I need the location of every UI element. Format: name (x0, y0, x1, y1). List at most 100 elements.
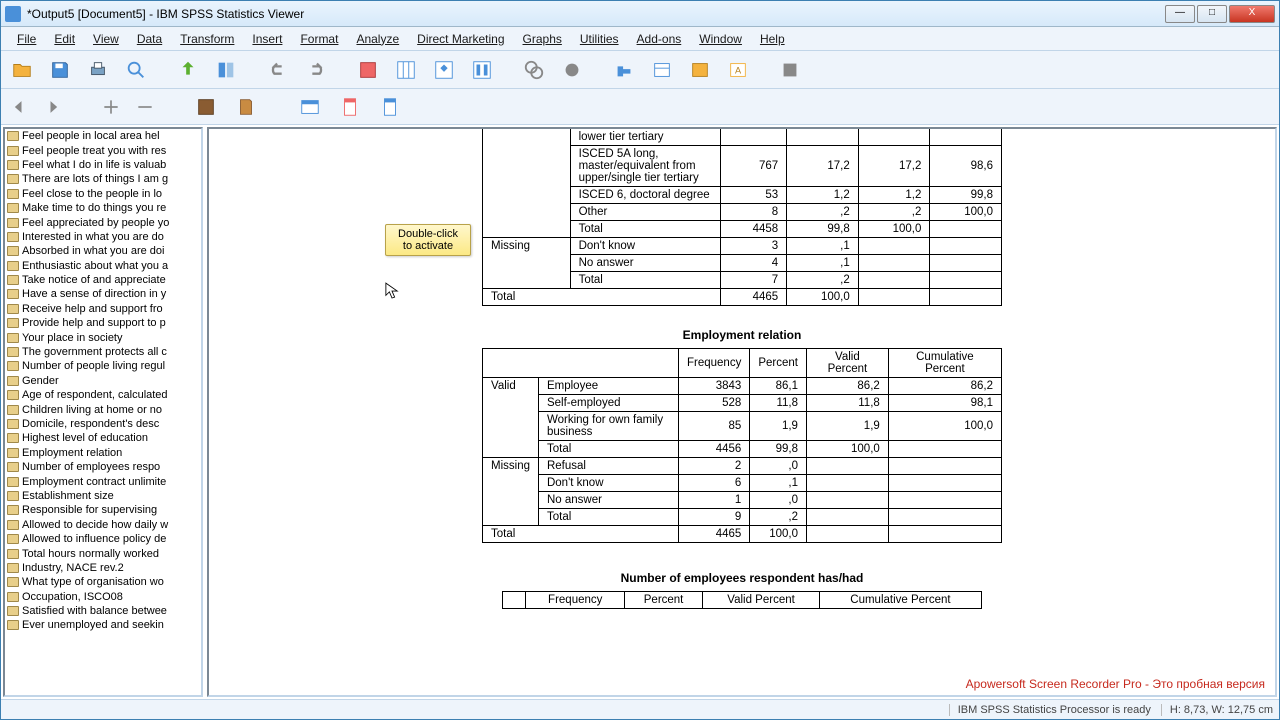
undo-icon[interactable] (263, 55, 293, 85)
outline-item[interactable]: Number of people living regul (5, 359, 201, 373)
outline-item[interactable]: Feel what I do in life is valuab (5, 158, 201, 172)
menu-edit[interactable]: Edit (46, 29, 83, 49)
outline-item[interactable]: Allowed to decide how daily w (5, 518, 201, 532)
book-icon (7, 405, 19, 415)
run-icon[interactable] (467, 55, 497, 85)
outline-item[interactable]: Take notice of and appreciate (5, 273, 201, 287)
outline-item[interactable]: Domicile, respondent's desc (5, 417, 201, 431)
close-button[interactable]: X (1229, 5, 1275, 23)
outline-item[interactable]: The government protects all c (5, 345, 201, 359)
book-icon (7, 419, 19, 429)
variables-icon[interactable] (429, 55, 459, 85)
outline-item[interactable]: Number of employees respo (5, 460, 201, 474)
outline-item[interactable]: There are lots of things I am g (5, 172, 201, 186)
book-icon[interactable] (231, 92, 261, 122)
chart-icon[interactable] (519, 55, 549, 85)
outline-item[interactable]: Responsible for supervising (5, 503, 201, 517)
menu-data[interactable]: Data (129, 29, 170, 49)
output-viewer[interactable]: lower tier tertiaryISCED 5A long, master… (207, 127, 1277, 697)
statusbar: IBM SPSS Statistics Processor is ready H… (1, 699, 1279, 719)
freq-table-education[interactable]: lower tier tertiaryISCED 5A long, master… (482, 129, 1002, 306)
menu-utilities[interactable]: Utilities (572, 29, 627, 49)
outline-item[interactable]: Enthusiastic about what you a (5, 259, 201, 273)
book-icon (7, 592, 19, 602)
redo-icon[interactable] (301, 55, 331, 85)
menu-view[interactable]: View (85, 29, 127, 49)
outline-item[interactable]: Interested in what you are do (5, 230, 201, 244)
goto-case-icon[interactable] (391, 55, 421, 85)
outline-item[interactable]: Feel people in local area hel (5, 129, 201, 143)
book-icon (7, 189, 19, 199)
outline-item[interactable]: Feel people treat you with res (5, 143, 201, 157)
outline-item[interactable]: Absorbed in what you are doi (5, 244, 201, 258)
chart2-icon[interactable] (557, 55, 587, 85)
print-icon[interactable] (83, 55, 113, 85)
menu-insert[interactable]: Insert (244, 29, 290, 49)
outline-item[interactable]: Receive help and support fro (5, 302, 201, 316)
menu-add-ons[interactable]: Add-ons (629, 29, 690, 49)
collapse-icon[interactable] (133, 95, 157, 119)
select-icon[interactable] (609, 55, 639, 85)
nav-back-icon[interactable] (7, 95, 31, 119)
outline-item[interactable]: Feel close to the people in lo (5, 187, 201, 201)
book-icon (7, 246, 19, 256)
menu-analyze[interactable]: Analyze (348, 29, 407, 49)
freq-table-employment[interactable]: FrequencyPercentValid PercentCumulative … (482, 348, 1002, 543)
menu-direct-marketing[interactable]: Direct Marketing (409, 29, 512, 49)
book-icon (7, 275, 19, 285)
outline-item[interactable]: Make time to do things you re (5, 201, 201, 215)
outline-item[interactable]: Establishment size (5, 489, 201, 503)
menu-window[interactable]: Window (691, 29, 750, 49)
outline-item[interactable]: Occupation, ISCO08 (5, 590, 201, 604)
book-icon (7, 491, 19, 501)
export-icon[interactable] (173, 55, 203, 85)
book-icon (7, 174, 19, 184)
titlebar: *Output5 [Document5] - IBM SPSS Statisti… (1, 1, 1279, 27)
save-icon[interactable] (45, 55, 75, 85)
outline-item[interactable]: Industry, NACE rev.2 (5, 561, 201, 575)
window-icon[interactable] (295, 92, 325, 122)
menu-transform[interactable]: Transform (172, 29, 242, 49)
outline-item[interactable]: What type of organisation wo (5, 575, 201, 589)
outline-item[interactable]: Ever unemployed and seekin (5, 618, 201, 632)
outline-item[interactable]: Have a sense of direction in y (5, 287, 201, 301)
maximize-button[interactable]: □ (1197, 5, 1227, 23)
outline-item[interactable]: Feel appreciated by people yo (5, 215, 201, 229)
book-icon (7, 232, 19, 242)
value-labels-icon[interactable]: A (723, 55, 753, 85)
goto-data-icon[interactable] (353, 55, 383, 85)
menu-file[interactable]: File (9, 29, 44, 49)
menu-help[interactable]: Help (752, 29, 793, 49)
open-icon[interactable] (7, 55, 37, 85)
minimize-button[interactable]: — (1165, 5, 1195, 23)
outline-item[interactable]: Age of respondent, calculated (5, 388, 201, 402)
outline-item[interactable]: Satisfied with balance betwee (5, 604, 201, 618)
nav-forward-icon[interactable] (41, 95, 65, 119)
book-icon (7, 333, 19, 343)
preview-icon[interactable] (121, 55, 151, 85)
doc2-icon[interactable] (375, 92, 405, 122)
outline-item[interactable]: Total hours normally worked (5, 546, 201, 560)
outline-item[interactable]: Children living at home or no (5, 402, 201, 416)
show-icon[interactable] (191, 92, 221, 122)
outline-item[interactable]: Your place in society (5, 330, 201, 344)
outline-item[interactable]: Employment relation (5, 446, 201, 460)
book-icon (7, 318, 19, 328)
book-icon (7, 462, 19, 472)
outline-item[interactable]: Highest level of education (5, 431, 201, 445)
weight-icon[interactable] (647, 55, 677, 85)
menu-graphs[interactable]: Graphs (515, 29, 570, 49)
menu-format[interactable]: Format (292, 29, 346, 49)
outline-item[interactable]: Allowed to influence policy de (5, 532, 201, 546)
outline-item[interactable]: Gender (5, 374, 201, 388)
designate-icon[interactable] (775, 55, 805, 85)
freq-table-employees[interactable]: FrequencyPercentValid PercentCumulative … (502, 591, 982, 609)
outline-tree[interactable]: Feel people in local area helFeel people… (3, 127, 203, 697)
recall-icon[interactable] (211, 55, 241, 85)
doc-icon[interactable] (335, 92, 365, 122)
split-icon[interactable] (685, 55, 715, 85)
outline-item[interactable]: Provide help and support to p (5, 316, 201, 330)
outline-item[interactable]: Employment contract unlimite (5, 474, 201, 488)
expand-icon[interactable] (99, 95, 123, 119)
book-icon (7, 131, 19, 141)
